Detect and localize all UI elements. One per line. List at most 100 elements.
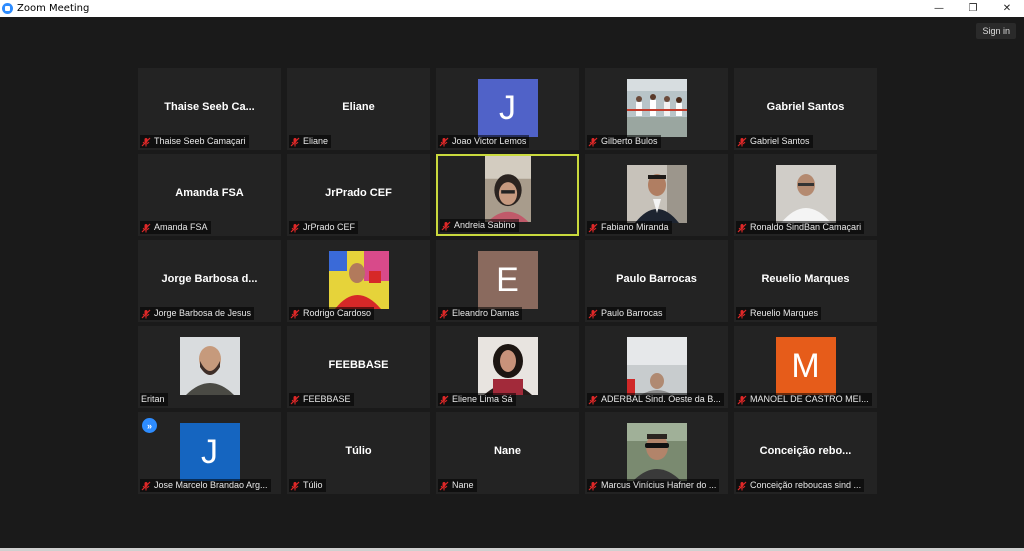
muted-mic-icon [290, 137, 300, 147]
participant-display-name: Thaise Seeb Ca... [164, 101, 255, 113]
participant-name-label: Marcus Vinícius Hafner do ... [587, 479, 720, 492]
muted-mic-icon [290, 309, 300, 319]
participant-avatar: E [477, 251, 538, 309]
participant-display-name: Gabriel Santos [766, 101, 845, 113]
participant-name-label: Jorge Barbosa de Jesus [140, 307, 255, 320]
participant-name: Eliene Lima Sá [452, 394, 513, 404]
muted-mic-icon [588, 395, 598, 405]
close-button[interactable]: ✕ [990, 0, 1024, 17]
participant-name-label: Amanda FSA [140, 221, 211, 234]
participant-video [626, 79, 687, 137]
participant-name-label: Fabiano Miranda [587, 221, 672, 234]
participant-tile[interactable]: Reuelio Marques Reuelio Marques [734, 240, 877, 322]
muted-mic-icon [141, 309, 151, 319]
participant-name-label: Ronaldo SindBan Camaçari [736, 221, 865, 234]
participant-name-label: Joao Victor Lemos [438, 135, 530, 148]
participant-name: Nane [452, 480, 474, 490]
participant-tile[interactable]: E Eleandro Damas [436, 240, 579, 322]
participant-avatar: M [775, 337, 836, 395]
participant-name-label: Eleandro Damas [438, 307, 523, 320]
participant-name-label: Jose Marcelo Brandao Arg... [140, 479, 271, 492]
participant-name: Ronaldo SindBan Camaçari [750, 222, 862, 232]
participant-name: Amanda FSA [154, 222, 208, 232]
participant-avatar: J [179, 423, 240, 481]
participant-name: MANOEL DE CASTRO MEI... [750, 394, 869, 404]
spotlight-icon[interactable]: » [142, 418, 157, 433]
participant-tile[interactable]: Eliane Eliane [287, 68, 430, 150]
participant-name-label: JrPrado CEF [289, 221, 359, 234]
participant-tile[interactable]: Conceição rebo... Conceição reboucas sind… [734, 412, 877, 494]
participant-tile[interactable]: Gilberto Bulos [585, 68, 728, 150]
participant-display-name: FEEBBASE [328, 359, 389, 371]
restore-button[interactable]: ❐ [956, 0, 990, 17]
participant-name: Túlio [303, 480, 323, 490]
participant-tile[interactable]: ADERBAL Sind. Oeste da B... [585, 326, 728, 408]
muted-mic-icon [290, 395, 300, 405]
participant-name: Eleandro Damas [452, 308, 520, 318]
window-title: Zoom Meeting [17, 3, 90, 14]
participant-tile[interactable]: Eritan [138, 326, 281, 408]
participant-display-name: JrPrado CEF [325, 187, 392, 199]
participant-display-name: Reuelio Marques [761, 273, 850, 285]
participant-tile[interactable]: Paulo Barrocas Paulo Barrocas [585, 240, 728, 322]
participant-tile[interactable]: Eliene Lima Sá [436, 326, 579, 408]
participant-tile[interactable]: M MANOEL DE CASTRO MEI... [734, 326, 877, 408]
participant-tile[interactable]: Gabriel Santos Gabriel Santos [734, 68, 877, 150]
participant-tile[interactable]: FEEBBASE FEEBBASE [287, 326, 430, 408]
muted-mic-icon [439, 309, 449, 319]
participant-tile[interactable]: Thaise Seeb Ca... Thaise Seeb Camaçari [138, 68, 281, 150]
participant-name: Eliane [303, 136, 329, 146]
participant-name: JrPrado CEF [303, 222, 356, 232]
participant-name: FEEBBASE [303, 394, 351, 404]
sign-in-button[interactable]: Sign in [976, 23, 1016, 39]
muted-mic-icon [141, 223, 151, 233]
participant-video [626, 165, 687, 223]
muted-mic-icon [737, 481, 747, 491]
participant-display-name: Túlio [345, 445, 372, 457]
participant-name: Paulo Barrocas [601, 308, 663, 318]
participant-tile[interactable]: Túlio Túlio [287, 412, 430, 494]
participant-name: Andreia Sabino [454, 220, 516, 230]
participant-tile[interactable]: JrPrado CEF JrPrado CEF [287, 154, 430, 236]
minimize-button[interactable]: — [922, 0, 956, 17]
participant-video [477, 337, 538, 395]
participant-tile[interactable]: Marcus Vinícius Hafner do ... [585, 412, 728, 494]
participant-name: Gilberto Bulos [601, 136, 658, 146]
muted-mic-icon [737, 223, 747, 233]
participant-video [775, 165, 836, 223]
participant-video [626, 423, 687, 481]
muted-mic-icon [141, 137, 151, 147]
participant-display-name: Eliane [342, 101, 375, 113]
participant-video [484, 156, 531, 222]
muted-mic-icon [737, 137, 747, 147]
participant-tile[interactable]: J Joao Victor Lemos [436, 68, 579, 150]
participant-tile[interactable]: Nane Nane [436, 412, 579, 494]
muted-mic-icon [441, 221, 451, 231]
participant-name: Conceição reboucas sind ... [750, 480, 862, 490]
participant-display-name: Nane [494, 445, 521, 457]
participant-tile[interactable]: J » Jose Marcelo Brandao Arg... [138, 412, 281, 494]
participant-name: Jose Marcelo Brandao Arg... [154, 480, 268, 490]
muted-mic-icon [588, 309, 598, 319]
participant-tile[interactable]: Andreia Sabino [436, 154, 579, 236]
participant-tile[interactable]: Jorge Barbosa d... Jorge Barbosa de Jesus [138, 240, 281, 322]
participant-avatar: J [477, 79, 538, 137]
participant-name-label: Rodrigo Cardoso [289, 307, 375, 320]
muted-mic-icon [737, 309, 747, 319]
window-controls: — ❐ ✕ [922, 0, 1024, 17]
participant-name: Thaise Seeb Camaçari [154, 136, 246, 146]
participant-tile[interactable]: Ronaldo SindBan Camaçari [734, 154, 877, 236]
participant-name: Jorge Barbosa de Jesus [154, 308, 252, 318]
muted-mic-icon [290, 223, 300, 233]
participant-name: Joao Victor Lemos [452, 136, 527, 146]
muted-mic-icon [588, 137, 598, 147]
participant-tile[interactable]: Fabiano Miranda [585, 154, 728, 236]
muted-mic-icon [141, 481, 151, 491]
participant-video [179, 337, 240, 395]
participant-name-label: Túlio [289, 479, 326, 492]
participant-tile[interactable]: Amanda FSA Amanda FSA [138, 154, 281, 236]
participant-name-label: Eliane [289, 135, 332, 148]
participant-tile[interactable]: Rodrigo Cardoso [287, 240, 430, 322]
participant-name-label: Thaise Seeb Camaçari [140, 135, 249, 148]
participant-video [328, 251, 389, 309]
